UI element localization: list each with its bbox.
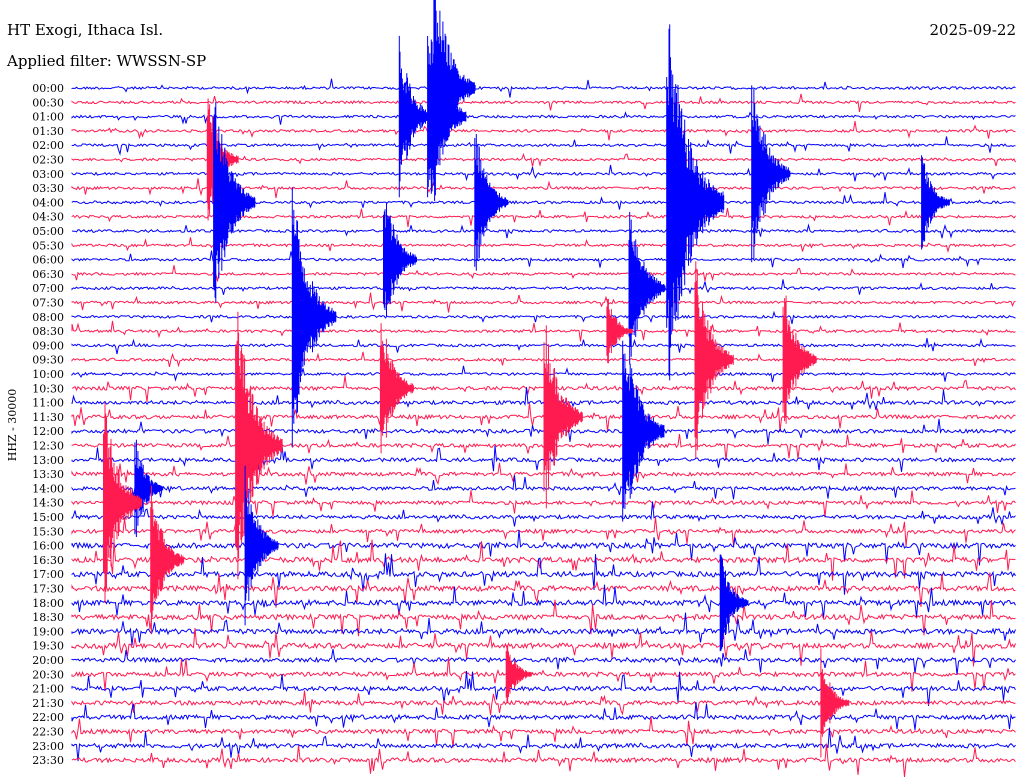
- time-label: 00:30: [32, 96, 64, 109]
- time-label: 12:00: [32, 425, 64, 438]
- filter-label: Applied filter: WWSSN-SP: [6, 52, 206, 70]
- time-label: 02:00: [32, 139, 64, 152]
- time-label: 07:00: [32, 282, 64, 295]
- time-label: 15:30: [32, 525, 64, 538]
- time-label: 17:30: [32, 583, 64, 596]
- time-label: 03:30: [32, 182, 64, 195]
- time-label: 09:30: [32, 354, 64, 367]
- time-label: 18:00: [32, 597, 64, 610]
- time-label: 11:00: [32, 397, 64, 410]
- time-label: 20:30: [32, 668, 64, 681]
- time-label: 13:00: [32, 454, 64, 467]
- time-label: 08:00: [32, 311, 64, 324]
- time-label: 06:00: [32, 254, 64, 267]
- time-label: 05:30: [32, 239, 64, 252]
- time-label: 08:30: [32, 325, 64, 338]
- time-label: 19:30: [32, 640, 64, 653]
- time-label: 15:00: [32, 511, 64, 524]
- time-label: 14:00: [32, 482, 64, 495]
- time-label: 16:30: [32, 554, 64, 567]
- time-label: 07:30: [32, 297, 64, 310]
- time-label: 11:30: [32, 411, 64, 424]
- time-label: 22:00: [32, 711, 64, 724]
- time-label: 21:30: [32, 697, 64, 710]
- time-label: 04:00: [32, 196, 64, 209]
- time-label: 06:30: [32, 268, 64, 281]
- channel-label: HHZ - 30000: [6, 389, 19, 462]
- time-label: 01:00: [32, 111, 64, 124]
- time-label: 10:30: [32, 382, 64, 395]
- time-label: 23:00: [32, 740, 64, 753]
- time-label: 19:00: [32, 625, 64, 638]
- time-label: 00:00: [32, 82, 64, 95]
- helicorder-chart: HT Exogi, Ithaca Isl. 2025-09-22 Applied…: [0, 0, 1024, 780]
- time-label: 03:00: [32, 168, 64, 181]
- time-label: 09:00: [32, 339, 64, 352]
- time-label: 01:30: [32, 125, 64, 138]
- time-label: 13:30: [32, 468, 64, 481]
- time-label: 22:30: [32, 726, 64, 739]
- time-label: 10:00: [32, 368, 64, 381]
- station-title: HT Exogi, Ithaca Isl.: [7, 21, 163, 39]
- date-label: 2025-09-22: [930, 21, 1016, 39]
- time-label: 04:30: [32, 211, 64, 224]
- time-label: 14:30: [32, 497, 64, 510]
- time-axis-labels: 00:0000:30 01:0001:3002:00 02:3003:0003:30…: [32, 82, 64, 767]
- time-label: 18:30: [32, 611, 64, 624]
- time-label: 16:00: [32, 540, 64, 553]
- time-label: 23:30: [32, 754, 64, 767]
- time-label: 05:00: [32, 225, 64, 238]
- time-label: 02:30: [32, 154, 64, 167]
- time-label: 17:00: [32, 568, 64, 581]
- time-label: 12:30: [32, 440, 64, 453]
- time-label: 20:00: [32, 654, 64, 667]
- time-label: 21:00: [32, 683, 64, 696]
